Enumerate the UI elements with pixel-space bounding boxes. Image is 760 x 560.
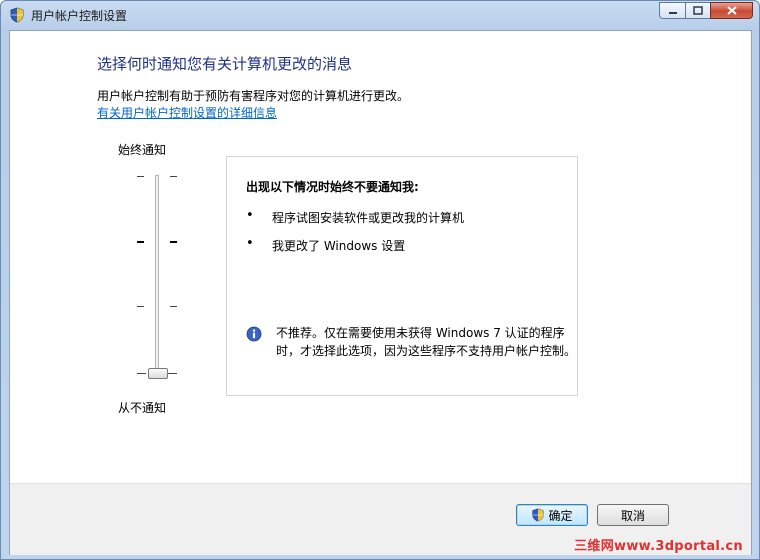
slider-track[interactable] [155,175,159,375]
bullet-text: 程序试图安装软件或更改我的计算机 [272,211,465,225]
maximize-icon [693,6,703,15]
close-button[interactable] [710,2,753,19]
uac-settings-window: 用户帐户控制设置 选择何时通知您有关计算机更改的消息 用户帐户控制有助于预防有害… [0,0,760,560]
slider-tick [137,176,144,177]
cancel-label: 取消 [620,508,645,523]
cancel-button[interactable]: 取消 [597,504,669,526]
slider-tick [137,306,144,307]
slider-tick [168,373,177,374]
client-area: 选择何时通知您有关计算机更改的消息 用户帐户控制有助于预防有害程序对您的计算机进… [9,30,752,555]
ok-button[interactable]: 确定 [516,504,588,526]
notification-level-slider[interactable] [118,165,188,397]
details-link[interactable]: 有关用户帐户控制设置的详细信息 [97,104,277,121]
slider-tick [137,373,146,374]
ok-label: 确定 [548,508,573,523]
watermark: 三维网www.3dportal.cn [574,539,743,554]
slider-tick [170,241,177,243]
slider-thumb[interactable] [148,368,168,379]
bullet-text: 我更改了 Windows 设置 [272,239,406,253]
slider-tick [170,176,177,177]
slider-tick [170,306,177,307]
minimize-icon [668,11,677,14]
note-text: 不推荐。仅在需要使用未获得 Windows 7 认证的程序时，才选择此选项，因为… [276,326,577,358]
level-description-panel: 出现以下情况时始终不要通知我: • 程序试图安装软件或更改我的计算机 • 我更改… [226,156,578,396]
title-bar[interactable]: 用户帐户控制设置 [1,1,759,29]
panel-title: 出现以下情况时始终不要通知我: [246,180,419,194]
page-heading: 选择何时通知您有关计算机更改的消息 [97,55,353,73]
page-description: 用户帐户控制有助于预防有害程序对您的计算机进行更改。 [97,89,410,103]
window-title: 用户帐户控制设置 [31,9,128,23]
bullet-icon: • [246,208,254,223]
info-icon [246,326,262,342]
slider-top-label: 始终通知 [118,143,167,157]
close-icon [726,6,737,15]
slider-tick [137,241,144,243]
bullet-icon: • [246,236,254,251]
shield-icon [10,7,24,23]
minimize-button[interactable] [659,2,685,19]
maximize-button[interactable] [685,2,710,19]
caption-buttons [659,2,753,21]
shield-icon [532,508,545,522]
slider-bottom-label: 从不通知 [118,401,167,415]
